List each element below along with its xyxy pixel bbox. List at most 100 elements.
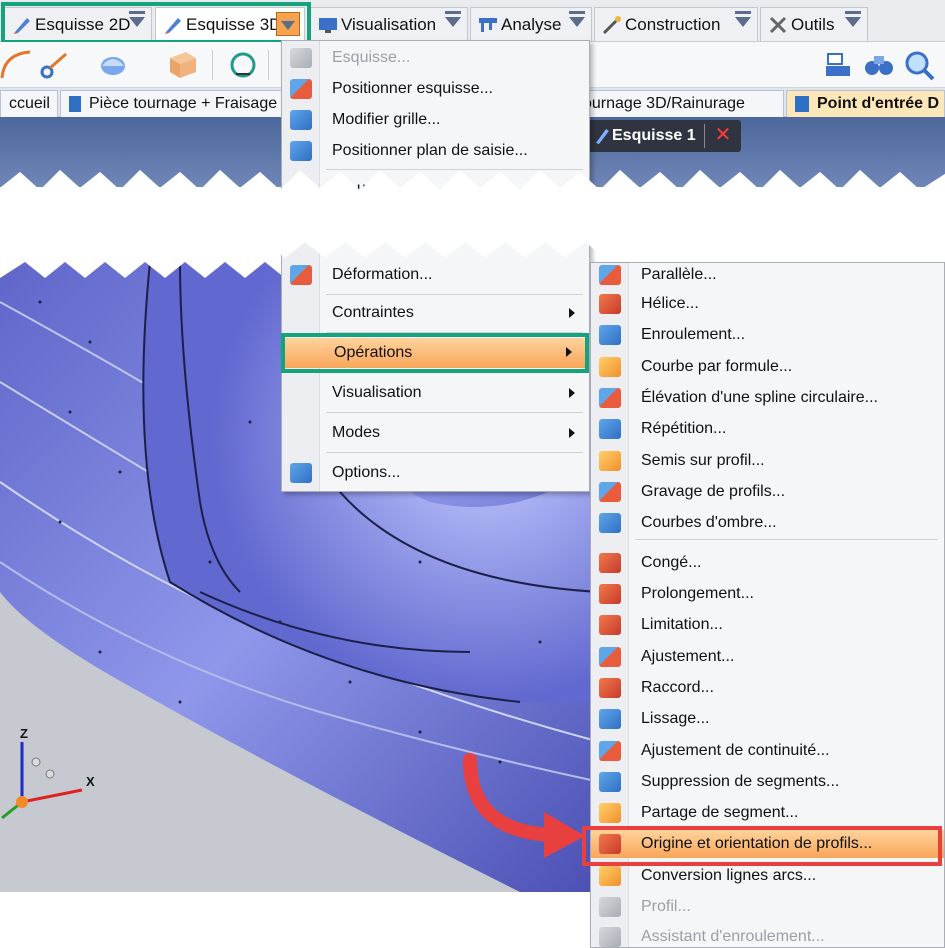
caliper-icon [479, 17, 497, 32]
menu-item-label: Origine et orientation de profils... [641, 835, 873, 852]
doc-tab-point-entree[interactable]: Point d'entrée D [786, 90, 945, 117]
zoom-icon[interactable] [902, 48, 936, 82]
parallel-icon [599, 265, 621, 285]
doc-tab-accueil[interactable]: ccueil [0, 90, 58, 117]
menu-item-label: Raccord... [641, 679, 714, 696]
menu-item-engrave[interactable]: Gravage de profils... [591, 478, 944, 506]
view-capture-icon[interactable] [822, 48, 856, 82]
menu-item-wrap[interactable]: Enroulement... [591, 321, 944, 349]
menu-item-label: Limitation... [641, 616, 723, 633]
binoculars-icon[interactable] [862, 48, 896, 82]
menu-item-modifier-grille[interactable]: Modifier grille... [282, 106, 589, 134]
chevron-down-icon[interactable] [735, 11, 751, 27]
menu-item-label: Ajustement de continuité... [641, 742, 830, 759]
menu-item-label: Positionner esquisse... [332, 80, 493, 97]
menu-item-visualisation[interactable]: Visualisation [282, 379, 589, 407]
arc-conversion-icon [599, 866, 621, 886]
surface-icon[interactable] [96, 48, 130, 82]
menu-item-label: Prolongement... [641, 585, 754, 602]
tab-label: Analyse [501, 14, 562, 34]
menu-item-extend[interactable]: Prolongement... [591, 580, 944, 608]
submenu-arrow-icon [569, 308, 575, 318]
split-segment-icon [599, 803, 621, 823]
chevron-down-icon[interactable] [445, 11, 461, 27]
menu-item-arc-conversion[interactable]: Conversion lignes arcs... [591, 862, 944, 890]
menu-item-label: Courbes d'ombre... [641, 514, 777, 531]
menu-item-label: Conversion lignes arcs... [641, 867, 817, 884]
options-icon [290, 463, 312, 483]
menu-item-seed[interactable]: Semis sur profil... [591, 447, 944, 475]
chevron-down-icon[interactable] [569, 11, 585, 27]
menu-item-adjust[interactable]: Ajustement... [591, 643, 944, 671]
menu-item-blend[interactable]: Raccord... [591, 674, 944, 702]
position-sketch-icon [290, 79, 312, 99]
wand-icon [602, 15, 621, 34]
plane-icon [290, 141, 312, 161]
menu-item-modes[interactable]: Modes [282, 419, 589, 447]
pencil-icon [596, 129, 609, 144]
submenu-arrow-icon [569, 428, 575, 438]
menu-item-label: Ajustement... [641, 648, 735, 665]
pencil-icon [14, 17, 30, 34]
menu-item-split-segment[interactable]: Partage de segment... [591, 799, 944, 827]
menu-item-label: Parallèle... [641, 266, 717, 283]
menu-item-label: Lissage... [641, 710, 710, 727]
menu-item-options[interactable]: Options... [282, 459, 589, 487]
chevron-down-icon[interactable] [845, 11, 861, 27]
tab-construction[interactable]: Construction [594, 7, 758, 41]
menu-item-label: Déformation... [332, 266, 433, 283]
menu-item-limit[interactable]: Limitation... [591, 611, 944, 639]
close-icon[interactable]: ✕ [712, 124, 734, 146]
menu-item-operations[interactable]: Opérations [284, 338, 586, 368]
part-icon [69, 96, 81, 112]
menu-item-label: Partage de segment... [641, 804, 799, 821]
monitor-icon [319, 17, 337, 33]
engrave-icon [599, 482, 621, 502]
menu-item-formula-curve[interactable]: Courbe par formule... [591, 353, 944, 381]
tab-esquisse-3d[interactable]: Esquisse 3D [155, 7, 305, 41]
doc-tab-rainurage[interactable]: ournage 3D/Rainurage [574, 90, 784, 117]
menu-item-contraintes[interactable]: Contraintes [282, 299, 589, 327]
menu-item-label: Courbe par formule... [641, 358, 793, 375]
tab-outils[interactable]: Outils [760, 7, 868, 41]
menu-item-fillet[interactable]: Congé... [591, 549, 944, 577]
menu-item-helix[interactable]: Hélice... [591, 290, 944, 318]
menu-item-label: Profil... [641, 898, 691, 915]
menu-item-profile-origin[interactable]: Origine et orientation de profils... [591, 830, 944, 858]
scissors-icon[interactable] [38, 48, 72, 82]
menu-item-label: Contraintes [332, 304, 414, 321]
menu-item-deformation[interactable]: Déformation... [282, 261, 589, 289]
tools-icon [769, 16, 787, 33]
menu-item-shadow-curve[interactable]: Courbes d'ombre... [591, 509, 944, 537]
menu-item-delete-segment[interactable]: Suppression de segments... [591, 768, 944, 796]
menu-item-parallel[interactable]: Parallèle... [591, 261, 944, 289]
menu-item-smooth[interactable]: Lissage... [591, 705, 944, 733]
box-plane-icon[interactable] [166, 48, 200, 82]
doc-tab-piece[interactable]: Pièce tournage + Fraisage [60, 90, 286, 117]
sketch-tab[interactable]: Esquisse 1 ✕ [586, 120, 741, 152]
pencil-icon [290, 48, 312, 68]
menu-item-label: Semis sur profil... [641, 452, 765, 469]
menu-item-label: Options... [332, 464, 401, 481]
tab-esquisse-2d[interactable]: Esquisse 2D [4, 7, 152, 41]
delete-segment-icon [599, 772, 621, 792]
menu-item-label: Assistant d'enroulement... [641, 928, 825, 945]
menu-item-continuity[interactable]: Ajustement de continuité... [591, 737, 944, 765]
menu-item-repeat[interactable]: Répétition... [591, 415, 944, 443]
wrap-icon [599, 325, 621, 345]
menu-item-positionner-esquisse[interactable]: Positionner esquisse... [282, 75, 589, 103]
rotate-icon[interactable] [226, 48, 260, 82]
tab-visualisation[interactable]: Visualisation [310, 7, 468, 41]
grid-icon [290, 110, 312, 130]
adjust-icon [599, 647, 621, 667]
tab-label: Visualisation [341, 14, 437, 34]
chevron-down-icon[interactable] [129, 11, 145, 27]
tab-analyse[interactable]: Analyse [470, 7, 592, 41]
menu-item-label: Modifier grille... [332, 111, 441, 128]
axis-z-label: Z [20, 726, 28, 741]
menu-item-label: Positionner plan de saisie... [332, 142, 528, 159]
arc-icon[interactable] [0, 48, 34, 82]
menu-item-spline-elevation[interactable]: Élévation d'une spline circulaire... [591, 384, 944, 412]
menu-item-profile: Profil... [591, 893, 944, 921]
chevron-down-icon[interactable] [276, 12, 300, 36]
